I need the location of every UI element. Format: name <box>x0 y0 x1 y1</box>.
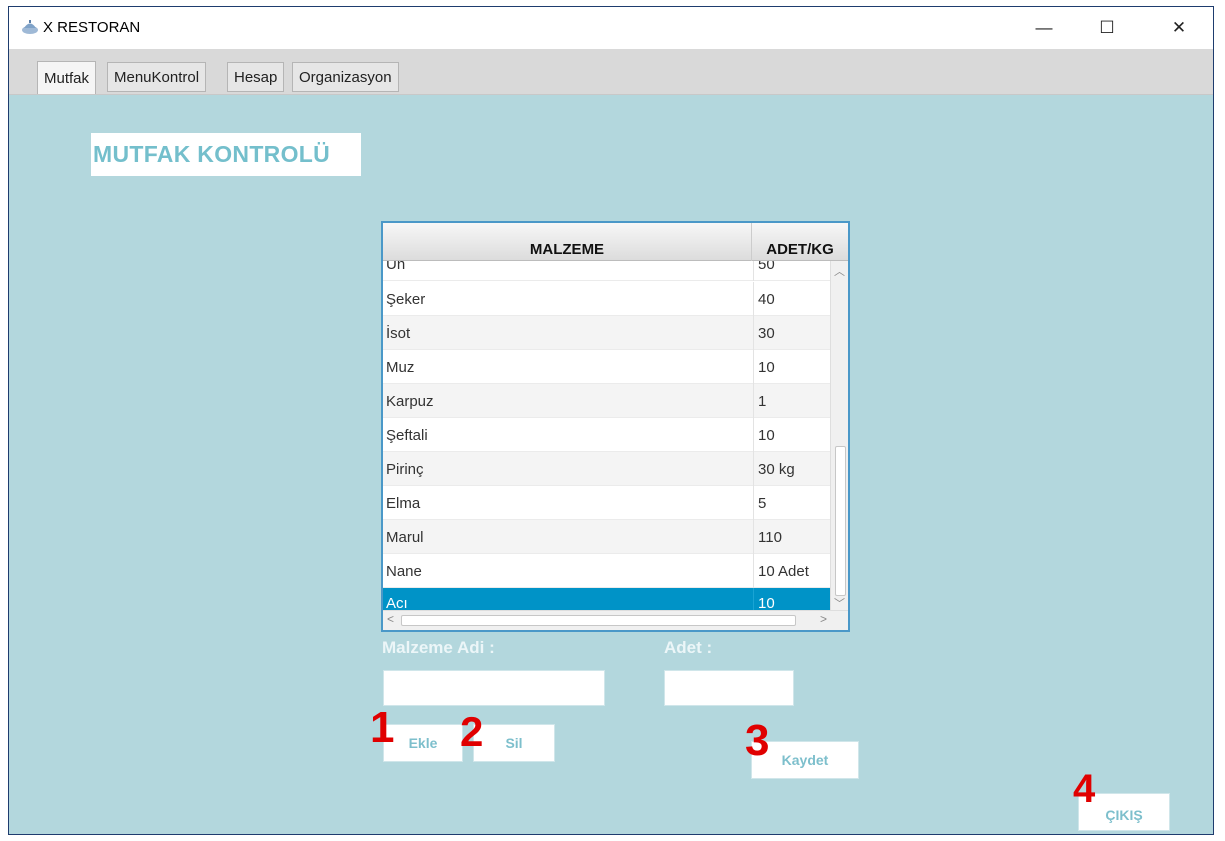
adet-input[interactable] <box>664 670 794 706</box>
cell-adet: 10 Adet <box>753 554 829 588</box>
scroll-right-icon[interactable]: > <box>820 612 827 626</box>
sil-button[interactable]: Sil <box>473 724 555 762</box>
app-window: X RESTORAN — ☐ ✕ Mutfak MenuKontrol Hesa… <box>8 6 1214 835</box>
annotation-number-3: 3 <box>745 716 770 765</box>
horizontal-scroll-thumb[interactable] <box>401 615 796 626</box>
table-row[interactable]: Şeker 40 <box>383 282 830 316</box>
cell-malzeme: Şeker <box>386 290 426 308</box>
malzeme-input[interactable] <box>383 670 605 706</box>
cell-malzeme: Karpuz <box>386 392 434 410</box>
table-row[interactable]: Muz 10 <box>383 350 830 384</box>
table-row[interactable]: İsot 30 <box>383 316 830 350</box>
table-row[interactable]: Pirinç 30 kg <box>383 452 830 486</box>
cell-malzeme: Nane <box>386 562 422 580</box>
app-logo-icon <box>22 20 38 34</box>
close-button[interactable]: ✕ <box>1149 7 1209 49</box>
vertical-scrollbar[interactable]: ︿ ﹀ <box>830 261 848 610</box>
annotation-number-2: 2 <box>460 708 484 755</box>
table-row[interactable]: Karpuz 1 <box>383 384 830 418</box>
column-header-adet[interactable]: ADET/KG <box>752 223 848 261</box>
vertical-scroll-thumb[interactable] <box>835 446 846 596</box>
cell-malzeme: Elma <box>386 494 421 512</box>
annotation-number-1: 1 <box>370 703 395 752</box>
cell-adet: 5 <box>753 486 829 520</box>
title-bar: X RESTORAN — ☐ ✕ <box>9 7 1213 49</box>
tab-menukontrol[interactable]: MenuKontrol <box>107 62 207 92</box>
annotation-number-4: 4 <box>1073 767 1096 811</box>
column-header-malzeme[interactable]: MALZEME <box>383 223 752 261</box>
malzeme-label: Malzeme Adi : <box>382 638 495 657</box>
table-row[interactable]: Marul 110 <box>383 520 830 554</box>
cell-adet: 40 <box>753 282 829 316</box>
cell-malzeme: Marul <box>386 528 424 546</box>
cell-adet: 30 <box>753 316 829 350</box>
cell-adet: 1 <box>753 384 829 418</box>
cell-adet: 110 <box>753 520 829 554</box>
adet-label: Adet : <box>664 638 713 657</box>
table-header: MALZEME ADET/KG <box>383 223 848 261</box>
cell-adet: 10 <box>753 418 829 452</box>
cell-adet: 10 <box>753 350 829 384</box>
table-row[interactable]: Şeftali 10 <box>383 418 830 452</box>
ekle-button[interactable]: Ekle <box>383 724 463 762</box>
table-row[interactable]: Nane 10 Adet <box>383 554 830 588</box>
scroll-up-icon[interactable]: ︿ <box>834 263 845 279</box>
maximize-button[interactable]: ☐ <box>1077 7 1137 49</box>
minimize-button[interactable]: — <box>1014 7 1074 49</box>
table-row[interactable]: Elma 5 <box>383 486 830 520</box>
cell-adet: 30 kg <box>753 452 829 486</box>
scroll-down-icon[interactable]: ﹀ <box>834 595 845 611</box>
horizontal-scrollbar[interactable]: < > <box>383 610 848 630</box>
page-title: MUTFAK KONTROLÜ <box>91 133 361 176</box>
scroll-left-icon[interactable]: < <box>387 612 394 626</box>
window-title: X RESTORAN <box>43 19 141 36</box>
cell-malzeme: Şeftali <box>386 426 428 444</box>
cell-malzeme: İsot <box>386 324 411 342</box>
tab-bar: Mutfak MenuKontrol Hesap Organizasyon <box>9 49 1213 95</box>
ingredients-table[interactable]: Un 50 MALZEME ADET/KG Şeker 40 İsot 30 M… <box>381 221 850 632</box>
tab-mutfak[interactable]: Mutfak <box>37 61 97 94</box>
cell-malzeme: Muz <box>386 358 415 376</box>
cell-malzeme: Pirinç <box>386 460 424 478</box>
tab-organizasyon[interactable]: Organizasyon <box>292 62 399 92</box>
tab-hesap[interactable]: Hesap <box>227 62 285 92</box>
